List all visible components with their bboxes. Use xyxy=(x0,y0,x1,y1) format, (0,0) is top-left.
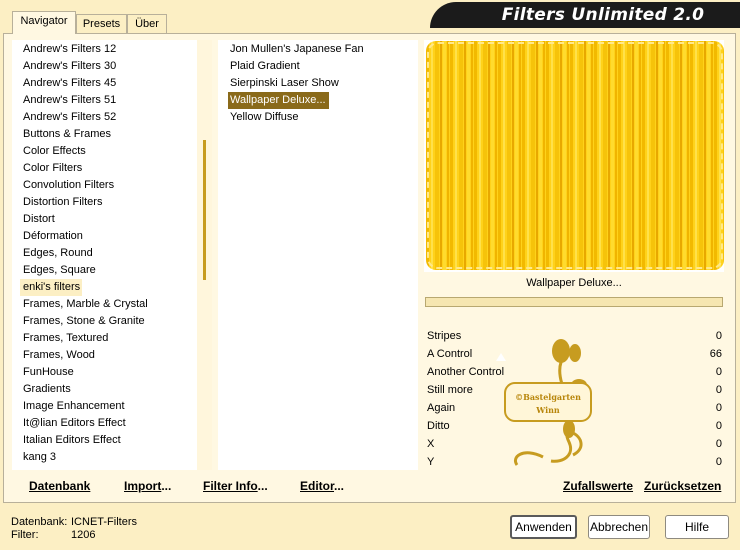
zufallswerte-button[interactable]: Zufallswerte xyxy=(563,478,633,494)
category-item[interactable]: Andrew's Filters 12 xyxy=(23,41,116,58)
category-item[interactable]: FunHouse xyxy=(23,364,74,381)
category-item[interactable]: Frames, Marble & Crystal xyxy=(23,296,148,313)
category-item[interactable]: enki's filters xyxy=(20,279,83,296)
category-item[interactable]: Andrew's Filters 52 xyxy=(23,109,116,126)
parameter-value: 0 xyxy=(715,402,722,414)
parameter-name: Another Control xyxy=(427,366,505,378)
category-item[interactable]: Déformation xyxy=(23,228,83,245)
category-list[interactable]: Andrew's Filters 12 Andrew's Filters 30 An… xyxy=(12,40,212,470)
category-item[interactable]: Italian Editors Effect xyxy=(23,432,121,449)
category-scrollbar[interactable] xyxy=(197,40,212,470)
help-button[interactable]: Hilfe xyxy=(665,515,729,539)
parameter-value: 0 xyxy=(715,456,722,468)
watermark-line-2: Winn xyxy=(535,405,560,415)
filter-item[interactable]: Sierpinski Laser Show xyxy=(230,75,342,92)
zuruecksetzen-button[interactable]: Zurücksetzen xyxy=(644,478,721,494)
tab-presets[interactable]: Presets xyxy=(76,14,127,33)
watermark-line-1: ©Bastelgarten xyxy=(515,392,581,402)
tab-navigator[interactable]: Navigator xyxy=(12,11,76,34)
category-item[interactable]: Frames, Stone & Granite xyxy=(23,313,145,330)
editor-button[interactable]: Editor... xyxy=(300,478,344,494)
category-item[interactable]: Image Enhancement xyxy=(23,398,125,415)
filter-item[interactable]: Plaid Gradient xyxy=(230,58,303,75)
parameter-name: Stripes xyxy=(427,330,462,342)
category-item[interactable]: kang 3 xyxy=(23,449,56,466)
import-button[interactable]: Import... xyxy=(124,478,171,494)
datenbank-button[interactable]: Datenbank xyxy=(29,478,90,494)
parameter-name: Still more xyxy=(427,384,473,396)
category-item[interactable]: Distortion Filters xyxy=(23,194,102,211)
category-item[interactable]: Andrew's Filters 45 xyxy=(23,75,116,92)
filter-item[interactable]: Wallpaper Deluxe... xyxy=(228,92,329,109)
status-filter-label: Filter: xyxy=(11,529,39,541)
parameter-name: Again xyxy=(427,402,456,414)
filter-list[interactable]: Jon Mullen's Japanese Fan Plaid Gradient S… xyxy=(218,40,418,470)
status-db-label: Datenbank: xyxy=(11,516,68,528)
status-db-value: ICNET-Filters xyxy=(71,516,137,528)
parameter-value: 0 xyxy=(715,420,722,432)
progress-bar xyxy=(425,297,723,307)
category-item[interactable]: Convolution Filters xyxy=(23,177,114,194)
category-item[interactable]: Andrew's Filters 51 xyxy=(23,92,116,109)
parameter-value: 0 xyxy=(715,366,722,378)
category-item[interactable]: Color Filters xyxy=(23,160,82,177)
parameter-name: Ditto xyxy=(427,420,450,432)
category-item[interactable]: Edges, Square xyxy=(23,262,96,279)
parameter-name: X xyxy=(427,438,435,450)
category-item[interactable]: Edges, Round xyxy=(23,245,93,262)
parameter-value: 0 xyxy=(715,330,722,342)
filter-item[interactable]: Jon Mullen's Japanese Fan xyxy=(230,41,367,58)
apply-button[interactable]: Anwenden xyxy=(510,515,577,539)
watermark-logo: ©Bastelgarten Winn xyxy=(504,339,592,466)
category-item[interactable]: It@lian Editors Effect xyxy=(23,415,126,432)
parameter-name: Y xyxy=(427,456,435,468)
preview-label: Wallpaper Deluxe... xyxy=(526,277,622,289)
tab-uber[interactable]: Über xyxy=(127,14,167,33)
category-scrollbar-thumb[interactable] xyxy=(203,140,206,280)
parameter-name: A Control xyxy=(427,348,473,360)
cancel-button[interactable]: Abbrechen xyxy=(588,515,650,539)
category-item[interactable]: Color Effects xyxy=(23,143,86,160)
category-item[interactable]: Frames, Wood xyxy=(23,347,95,364)
category-item[interactable]: Andrew's Filters 30 xyxy=(23,58,116,75)
category-item[interactable]: Gradients xyxy=(23,381,71,398)
status-filter-value: 1206 xyxy=(71,529,96,541)
parameter-value: 0 xyxy=(715,438,722,450)
category-item[interactable]: Frames, Textured xyxy=(23,330,108,347)
preview-image xyxy=(426,41,724,270)
filter-item[interactable]: Yellow Diffuse xyxy=(230,109,302,126)
category-item[interactable]: Buttons & Frames xyxy=(23,126,111,143)
app-title: Filters Unlimited 2.0 xyxy=(501,5,705,25)
parameter-value: 0 xyxy=(715,384,722,396)
category-item[interactable]: Distort xyxy=(23,211,55,228)
filter-info-button[interactable]: Filter Info... xyxy=(203,478,268,494)
parameter-value: 66 xyxy=(709,348,722,360)
